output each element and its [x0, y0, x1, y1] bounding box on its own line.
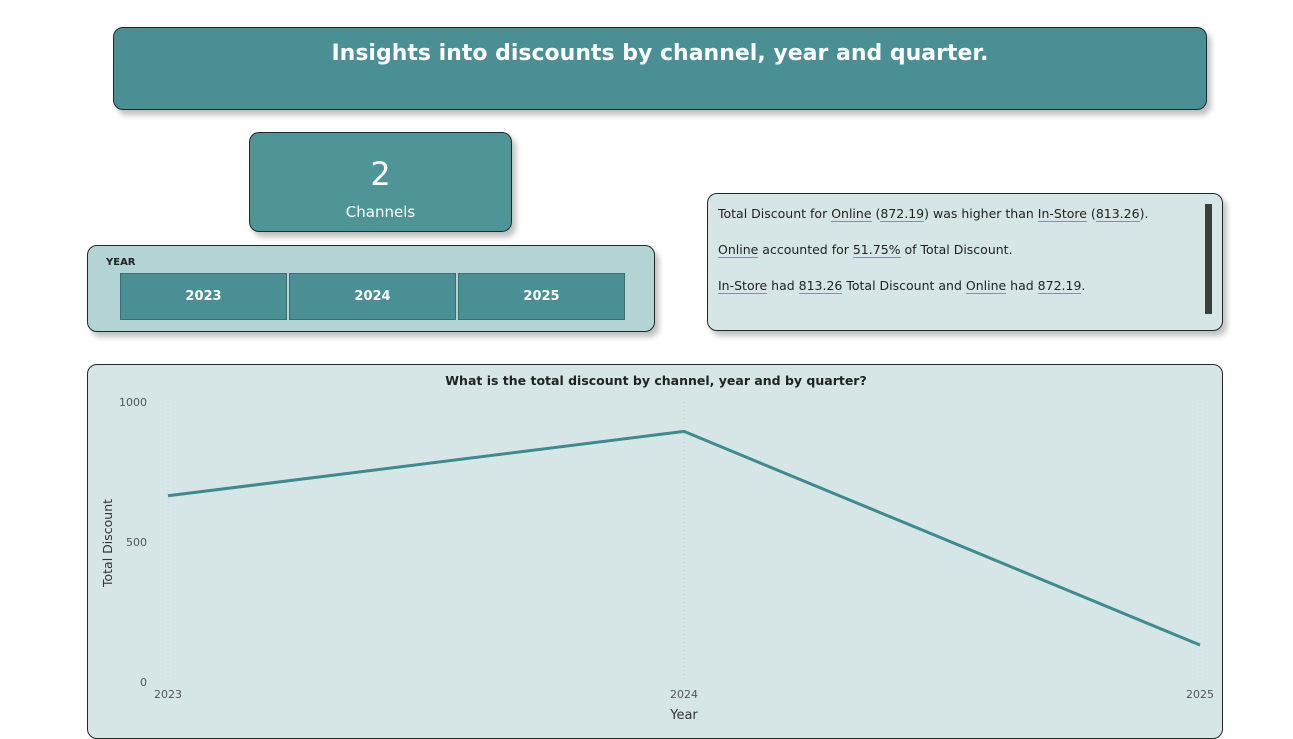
narrative-scrollbar[interactable] [1205, 204, 1212, 314]
y-tick-label: 0 [140, 676, 147, 689]
x-tick-label: 2023 [154, 688, 182, 701]
line-chart-card: What is the total discount by channel, y… [87, 364, 1223, 739]
instore-link[interactable]: In-Store [1037, 206, 1087, 222]
instore-value[interactable]: 813.26 [1095, 206, 1140, 222]
text: accounted for [758, 242, 853, 257]
channels-kpi-card: 2 Channels [249, 132, 512, 232]
text: of Total Discount. [900, 242, 1013, 257]
page-title: Insights into discounts by channel, year… [331, 41, 989, 66]
smart-narrative: Total Discount for Online (872.19) was h… [707, 193, 1223, 331]
chart-title: What is the total discount by channel, y… [445, 373, 866, 388]
text: ( [1086, 206, 1096, 221]
x-tick-label: 2025 [1186, 688, 1214, 701]
narrative-line-2: Online accounted for 51.75% of Total Dis… [718, 242, 1013, 258]
narrative-line-1: Total Discount for Online (872.19) was h… [718, 206, 1149, 222]
title-card: Insights into discounts by channel, year… [113, 27, 1207, 110]
online-value[interactable]: 872.19 [1037, 278, 1082, 294]
x-axis-label: Year [669, 708, 698, 723]
data-point[interactable] [162, 490, 174, 502]
online-link[interactable]: Online [718, 242, 759, 258]
y-tick-label: 500 [126, 536, 147, 549]
slicer-option-2025[interactable]: 2025 [458, 273, 625, 320]
slicer-title: YEAR [106, 257, 136, 268]
text: had [767, 278, 799, 293]
y-tick-label: 1000 [119, 396, 147, 409]
slicer-option-2023[interactable]: 2023 [120, 273, 287, 320]
kpi-label: Channels [345, 203, 416, 221]
x-tick-label: 2024 [670, 688, 698, 701]
online-share-value[interactable]: 51.75% [852, 242, 901, 258]
online-link[interactable]: Online [831, 206, 872, 222]
online-link[interactable]: Online [965, 278, 1007, 294]
instore-value[interactable]: 813.26 [798, 278, 843, 294]
text: Total Discount and [842, 278, 966, 293]
data-point[interactable] [1194, 639, 1206, 651]
slicer-option-2024[interactable]: 2024 [289, 273, 456, 320]
text: ). [1139, 206, 1149, 221]
instore-link[interactable]: In-Store [718, 278, 768, 294]
kpi-value: 2 [370, 155, 391, 193]
year-slicer: YEAR 2023 2024 2025 [87, 245, 655, 332]
text: Total Discount for [718, 206, 832, 221]
narrative-line-3: In-Store had 813.26 Total Discount and O… [718, 278, 1086, 294]
text: . [1081, 278, 1086, 293]
slicer-button-group: 2023 2024 2025 [120, 273, 625, 320]
y-axis-label: Total Discount [100, 499, 115, 588]
text: had [1006, 278, 1038, 293]
online-value[interactable]: 872.19 [880, 206, 925, 222]
line-chart: What is the total discount by channel, y… [100, 373, 1214, 723]
text: ) was higher than [924, 206, 1038, 221]
data-point[interactable] [678, 425, 690, 437]
